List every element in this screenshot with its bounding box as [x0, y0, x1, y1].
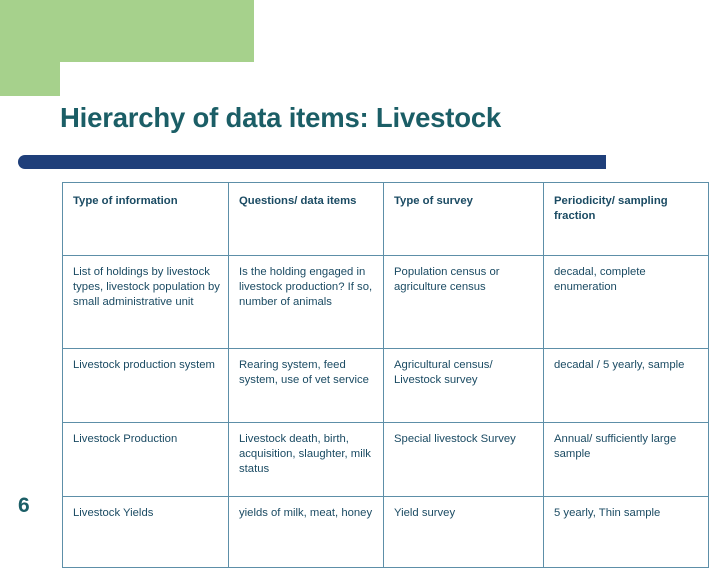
cell-type-of-survey: Special livestock Survey [383, 422, 544, 497]
table-row: List of holdings by livestock types, liv… [62, 255, 709, 349]
column-header-type-of-survey: Type of survey [383, 182, 544, 256]
cell-questions: yields of milk, meat, honey [228, 496, 384, 568]
cell-questions: Livestock death, birth, acquisition, sla… [228, 422, 384, 497]
cell-type-of-information: Livestock Production [62, 422, 229, 497]
cell-questions: Rearing system, feed system, use of vet … [228, 348, 384, 423]
page-title: Hierarchy of data items: Livestock [60, 102, 502, 133]
column-header-periodicity: Periodicity/ sampling fraction [543, 182, 709, 256]
cell-questions: Is the holding engaged in livestock prod… [228, 255, 384, 349]
table-row: Livestock Yields yields of milk, meat, h… [62, 496, 709, 568]
column-header-type-of-information: Type of information [62, 182, 229, 256]
cell-periodicity: Annual/ sufficiently large sample [543, 422, 709, 497]
livestock-data-table: Type of information Questions/ data item… [62, 182, 709, 568]
cell-type-of-survey: Yield survey [383, 496, 544, 568]
table-header-row: Type of information Questions/ data item… [62, 182, 709, 256]
cell-type-of-survey: Agricultural census/ Livestock survey [383, 348, 544, 423]
decorative-green-block-top [60, 0, 254, 62]
decorative-green-block-left [0, 0, 60, 96]
title-underline-bar [18, 155, 606, 169]
slide-number: 6 [18, 494, 30, 517]
table-row: Livestock production system Rearing syst… [62, 348, 709, 423]
cell-type-of-information: Livestock production system [62, 348, 229, 423]
column-header-questions: Questions/ data items [228, 182, 384, 256]
cell-periodicity: decadal / 5 yearly, sample [543, 348, 709, 423]
cell-type-of-survey: Population census or agriculture census [383, 255, 544, 349]
cell-periodicity: decadal, complete enumeration [543, 255, 709, 349]
cell-type-of-information: List of holdings by livestock types, liv… [62, 255, 229, 349]
table-row: Livestock Production Livestock death, bi… [62, 422, 709, 497]
cell-type-of-information: Livestock Yields [62, 496, 229, 568]
cell-periodicity: 5 yearly, Thin sample [543, 496, 709, 568]
